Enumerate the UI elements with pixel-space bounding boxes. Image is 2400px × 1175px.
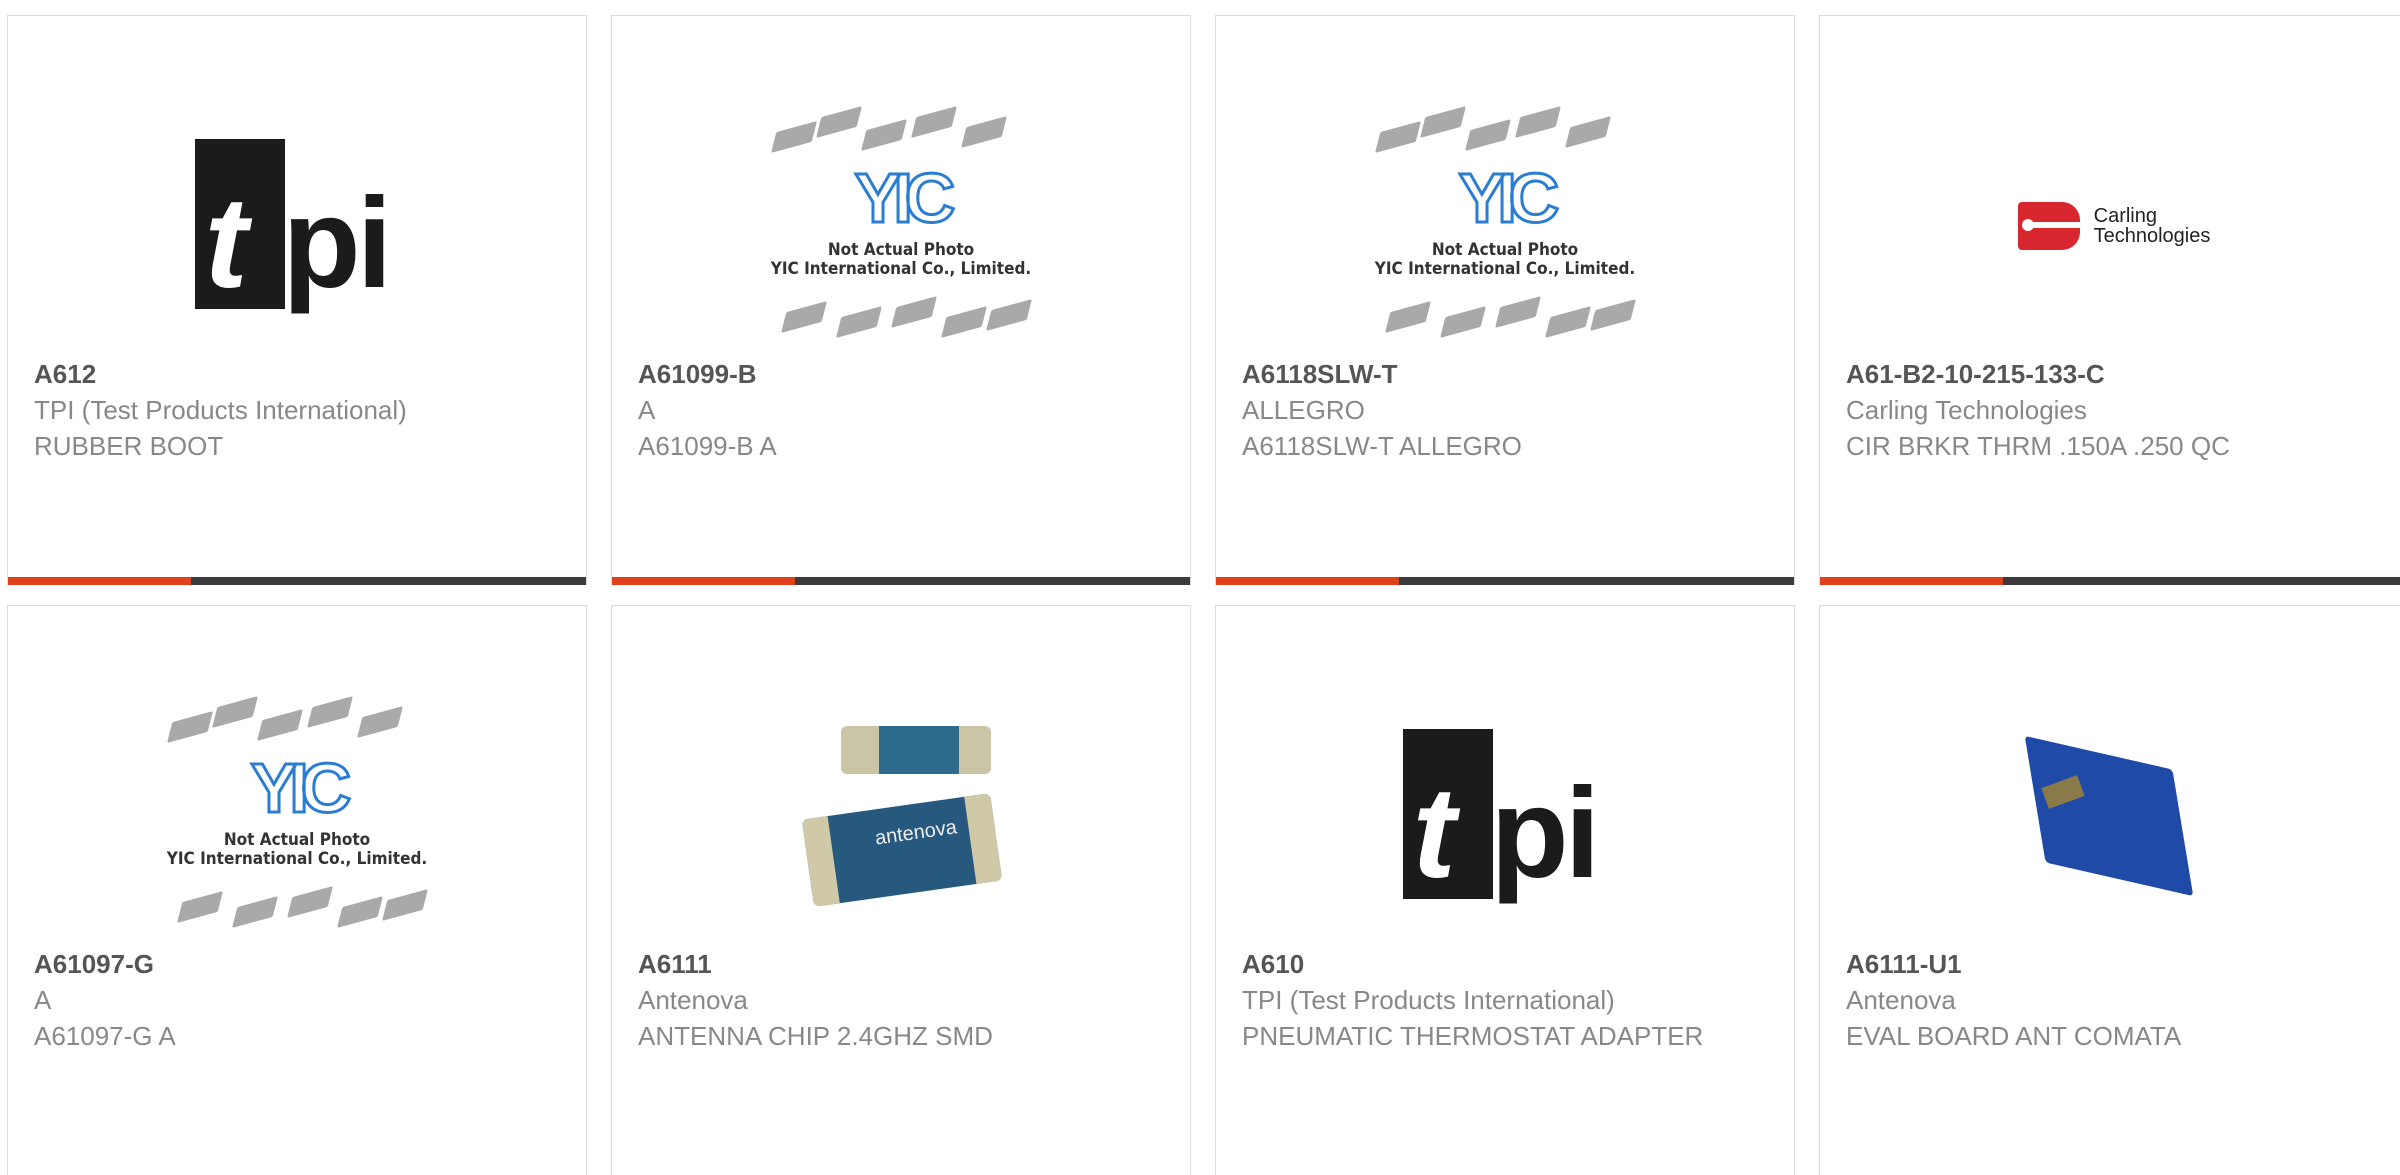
- product-image[interactable]: [1820, 676, 2400, 956]
- part-number-link[interactable]: A61-B2-10-215-133-C: [1846, 356, 2388, 392]
- product-description: RUBBER BOOT: [34, 431, 224, 461]
- part-number-link[interactable]: A61097-G: [34, 946, 566, 982]
- product-card[interactable]: Carling Technologies A61-B2-10-215-133-C …: [1819, 15, 2400, 585]
- manufacturer-name: ALLEGRO: [1242, 395, 1365, 425]
- manufacturer-name: Antenova: [638, 985, 748, 1015]
- product-card[interactable]: t pi A612 TPI (Test Products Internationa…: [7, 15, 587, 585]
- manufacturer-name: A: [638, 395, 656, 425]
- yic-placeholder-icon: YIC Not Actual Photo YIC International Co…: [766, 105, 1036, 346]
- product-grid: t pi A612 TPI (Test Products Internationa…: [0, 0, 2400, 1175]
- product-image[interactable]: YIC Not Actual Photo YIC International Co…: [8, 676, 586, 956]
- part-number-link[interactable]: A61099-B: [638, 356, 1170, 392]
- manufacturer-name: A: [34, 985, 52, 1015]
- antenna-chip-icon: antenova: [801, 716, 1003, 916]
- card-accent-bar: [612, 577, 1190, 585]
- manufacturer-name: Carling Technologies: [1846, 395, 2087, 425]
- part-number-link[interactable]: A6118SLW-T: [1242, 356, 1774, 392]
- manufacturer-name: TPI (Test Products International): [1242, 985, 1615, 1015]
- product-image[interactable]: t pi: [1216, 676, 1794, 956]
- yic-placeholder-icon: YIC Not Actual Photo YIC International Co…: [1370, 105, 1640, 346]
- product-description: A6118SLW-T ALLEGRO: [1242, 431, 1522, 461]
- yic-placeholder-icon: YIC Not Actual Photo YIC International Co…: [162, 695, 432, 936]
- product-description: CIR BRKR THRM .150A .250 QC: [1846, 431, 2230, 461]
- product-card[interactable]: YIC Not Actual Photo YIC International Co…: [7, 605, 587, 1175]
- product-description: A61099-B A: [638, 431, 777, 461]
- product-description: EVAL BOARD ANT COMATA: [1846, 1021, 2182, 1051]
- product-image[interactable]: t pi: [8, 86, 586, 366]
- part-number-link[interactable]: A6111-U1: [1846, 946, 2388, 982]
- product-card[interactable]: t pi A610 TPI (Test Products Internationa…: [1215, 605, 1795, 1175]
- product-image[interactable]: YIC Not Actual Photo YIC International Co…: [1216, 86, 1794, 366]
- product-image[interactable]: antenova: [612, 676, 1190, 956]
- card-accent-bar: [8, 577, 586, 585]
- manufacturer-name: TPI (Test Products International): [34, 395, 407, 425]
- product-image[interactable]: YIC Not Actual Photo YIC International Co…: [612, 86, 1190, 366]
- product-card[interactable]: YIC Not Actual Photo YIC International Co…: [1215, 15, 1795, 585]
- product-card[interactable]: YIC Not Actual Photo YIC International Co…: [611, 15, 1191, 585]
- product-description: A61097-G A: [34, 1021, 176, 1051]
- product-description: PNEUMATIC THERMOSTAT ADAPTER: [1242, 1021, 1704, 1051]
- manufacturer-name: Antenova: [1846, 985, 1956, 1015]
- card-accent-bar: [1820, 577, 2400, 585]
- product-card[interactable]: antenova A6111 Antenova ANTENNA CHIP 2.4…: [611, 605, 1191, 1175]
- carling-logo-icon: Carling Technologies: [2017, 202, 2210, 250]
- tpi-logo-icon: t pi: [194, 138, 400, 314]
- tpi-logo-icon: t pi: [1402, 728, 1608, 904]
- card-accent-bar: [1216, 577, 1794, 585]
- part-number-link[interactable]: A610: [1242, 946, 1774, 982]
- product-description: ANTENNA CHIP 2.4GHZ SMD: [638, 1021, 993, 1051]
- part-number-link[interactable]: A6111: [638, 946, 1170, 982]
- eval-board-icon: [2014, 716, 2214, 916]
- product-card[interactable]: A6111-U1 Antenova EVAL BOARD ANT COMATA: [1819, 605, 2400, 1175]
- part-number-link[interactable]: A612: [34, 356, 566, 392]
- product-image[interactable]: Carling Technologies: [1820, 86, 2400, 366]
